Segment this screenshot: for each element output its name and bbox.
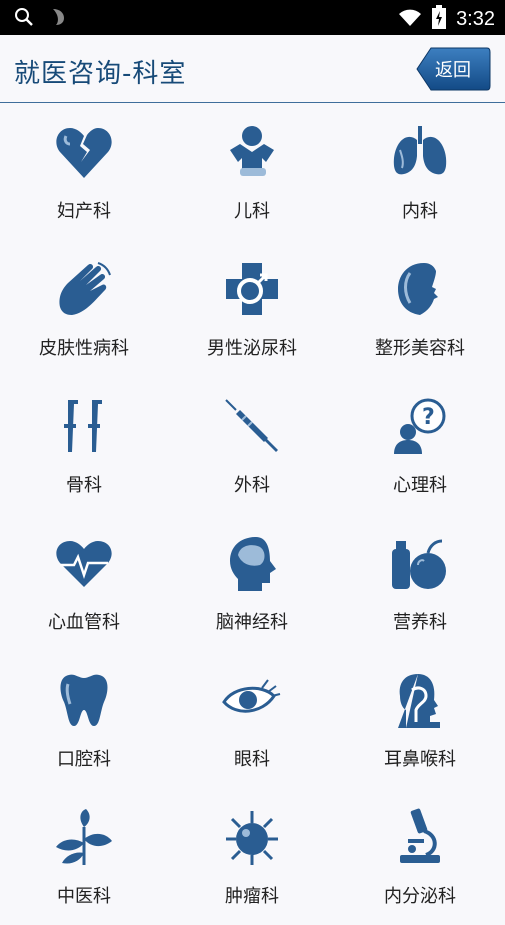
department-label: 内分泌科	[384, 886, 456, 907]
apple-bottle-icon	[390, 533, 450, 593]
app-notification-icon	[50, 7, 68, 31]
department-label: 内科	[402, 201, 438, 222]
department-label: 皮肤性病科	[39, 338, 129, 359]
department-item[interactable]: ? 心理科	[336, 378, 504, 514]
department-label: 儿科	[234, 201, 270, 222]
virus-icon	[222, 807, 282, 867]
app-header: 就医咨询-科室 返回	[0, 35, 505, 103]
department-item[interactable]: 营养科	[336, 515, 504, 651]
face-profile-icon	[390, 259, 450, 319]
department-item[interactable]: 整形美容科	[336, 241, 504, 377]
department-label: 中医科	[57, 886, 111, 907]
ent-head-icon	[390, 670, 450, 730]
eye-icon	[222, 670, 282, 730]
department-label: 心理科	[393, 475, 447, 496]
head-brain-icon	[222, 533, 282, 593]
male-cross-icon	[222, 259, 282, 319]
herb-icon	[54, 807, 114, 867]
back-button-label: 返回	[435, 60, 471, 81]
department-label: 男性泌尿科	[207, 338, 297, 359]
department-item[interactable]: 肿瘤科	[168, 789, 336, 925]
svg-text:?: ?	[422, 405, 435, 430]
back-button[interactable]: 返回	[415, 46, 491, 92]
department-item[interactable]: 中医科	[0, 789, 168, 925]
department-label: 心血管科	[48, 612, 120, 633]
lungs-icon	[390, 122, 450, 182]
battery-charging-icon	[432, 5, 447, 33]
department-item[interactable]: 口腔科	[0, 652, 168, 788]
department-label: 口腔科	[57, 749, 111, 770]
hand-icon	[54, 259, 114, 319]
status-time: 3:32	[456, 8, 495, 30]
department-label: 耳鼻喉科	[384, 749, 456, 770]
heartbeat-icon	[54, 533, 114, 593]
department-label: 营养科	[393, 612, 447, 633]
department-item[interactable]: 骨科	[0, 378, 168, 514]
department-item[interactable]: 内分泌科	[336, 789, 504, 925]
department-item[interactable]: 男性泌尿科	[168, 241, 336, 377]
crutches-icon	[54, 396, 114, 456]
department-item[interactable]: 皮肤性病科	[0, 241, 168, 377]
child-icon	[222, 122, 282, 182]
broken-heart-icon	[54, 122, 114, 182]
department-label: 整形美容科	[375, 338, 465, 359]
wifi-icon	[398, 7, 422, 31]
department-label: 骨科	[66, 475, 102, 496]
page-title: 就医咨询-科室	[14, 59, 187, 89]
department-item[interactable]: 妇产科	[0, 104, 168, 240]
tooth-icon	[54, 670, 114, 730]
department-item[interactable]: 内科	[336, 104, 504, 240]
department-label: 脑神经科	[216, 612, 288, 633]
syringe-icon	[222, 396, 282, 456]
department-item[interactable]: 外科	[168, 378, 336, 514]
department-label: 肿瘤科	[225, 886, 279, 907]
department-item[interactable]: 耳鼻喉科	[336, 652, 504, 788]
search-icon	[14, 7, 34, 31]
department-item[interactable]: 脑神经科	[168, 515, 336, 651]
department-item[interactable]: 心血管科	[0, 515, 168, 651]
question-person-icon: ?	[390, 396, 450, 456]
department-label: 外科	[234, 475, 270, 496]
department-item[interactable]: 眼科	[168, 652, 336, 788]
status-bar: 3:32	[0, 0, 505, 35]
department-label: 妇产科	[57, 201, 111, 222]
department-item[interactable]: 儿科	[168, 104, 336, 240]
microscope-icon	[390, 807, 450, 867]
department-label: 眼科	[234, 749, 270, 770]
